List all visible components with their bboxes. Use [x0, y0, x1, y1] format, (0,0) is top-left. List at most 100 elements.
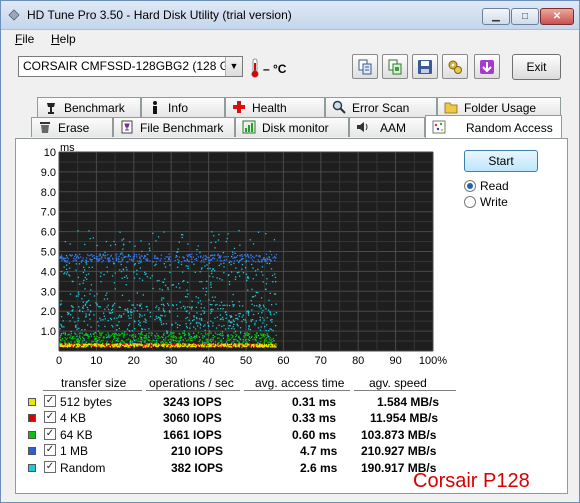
series-point: [250, 319, 252, 321]
copy-info-button[interactable]: [352, 54, 378, 79]
series-point: [208, 299, 210, 301]
series-point: [101, 345, 103, 347]
series-point: [82, 257, 84, 259]
menu-help[interactable]: Help: [51, 32, 76, 46]
tab-file-benchmark[interactable]: File Benchmark: [113, 117, 235, 137]
series-point: [172, 345, 174, 347]
series-point: [244, 260, 246, 263]
drive-select[interactable]: CORSAIR CMFSSD-128GBG2 (128 GB) ▼: [18, 56, 243, 77]
series-point: [67, 313, 69, 316]
series-point: [152, 344, 154, 346]
tab-error-scan[interactable]: Error Scan: [325, 97, 437, 117]
series-point: [228, 339, 230, 341]
series-point: [164, 284, 167, 286]
title-bar[interactable]: HD Tune Pro 3.50 - Hard Disk Utility (tr…: [1, 1, 579, 30]
series-point: [104, 251, 106, 254]
series-point: [139, 335, 141, 337]
series-point: [76, 335, 78, 337]
download-button[interactable]: [474, 54, 500, 79]
series-point: [167, 287, 169, 289]
series-point: [85, 260, 87, 262]
series-point: [188, 344, 190, 347]
series-point: [118, 333, 120, 335]
series-point: [141, 333, 143, 336]
series-point: [178, 337, 180, 339]
series-checkbox[interactable]: ✓: [44, 395, 56, 407]
series-point: [117, 324, 119, 327]
read-radio-label[interactable]: Read: [480, 179, 509, 193]
series-point: [210, 320, 212, 322]
table-row: ✓ 512 bytes 3243 IOPS 0.31 ms 1.584 MB/s: [1, 395, 580, 411]
save-button[interactable]: [412, 54, 438, 79]
series-point: [79, 309, 81, 311]
access-time-chart: 10 9.0 8.0 7.0 6.0 5.0 4.0 3.0 2.0 1.0 ms 0 10 20 30 40…: [41, 142, 448, 367]
series-point: [92, 340, 95, 343]
tab-info[interactable]: Info: [141, 97, 225, 117]
tab-aam[interactable]: AAM: [349, 117, 425, 137]
series-point: [156, 305, 158, 307]
series-point: [93, 295, 96, 297]
series-point: [255, 291, 257, 294]
read-radio[interactable]: [464, 180, 476, 192]
series-point: [223, 259, 225, 262]
series-point: [138, 323, 140, 326]
write-radio-label[interactable]: Write: [480, 195, 508, 209]
series-point: [125, 266, 127, 269]
tab-disk-monitor[interactable]: Disk monitor: [235, 117, 349, 137]
series-point: [207, 267, 209, 270]
series-point: [259, 346, 261, 348]
series-point: [182, 343, 184, 345]
tab-health[interactable]: Health: [225, 97, 325, 117]
row-speed: 210.927 MB/s: [361, 444, 437, 458]
series-checkbox[interactable]: ✓: [44, 428, 56, 440]
series-point: [200, 307, 202, 309]
series-point: [181, 236, 183, 239]
series-point: [91, 266, 93, 268]
series-point: [91, 340, 93, 342]
series-point: [130, 317, 132, 319]
series-point: [246, 343, 248, 345]
series-point: [171, 339, 173, 341]
series-point: [210, 332, 212, 334]
copy-screen-button[interactable]: [382, 54, 408, 79]
series-color-swatch: [28, 431, 36, 439]
series-point: [217, 308, 219, 310]
tab-benchmark[interactable]: Benchmark: [37, 97, 141, 117]
menu-file[interactable]: File: [15, 32, 34, 46]
series-point: [179, 324, 181, 326]
series-point: [218, 337, 220, 339]
series-point: [78, 257, 80, 259]
options-button[interactable]: [442, 54, 468, 79]
close-button[interactable]: ✕: [540, 8, 574, 25]
series-point: [270, 254, 273, 256]
series-point: [136, 260, 139, 262]
series-point: [254, 270, 257, 272]
minimize-button[interactable]: ▁: [482, 8, 510, 25]
start-button[interactable]: Start: [464, 150, 538, 172]
tab-erase[interactable]: Erase: [31, 117, 113, 137]
maximize-button[interactable]: □: [511, 8, 539, 25]
series-point: [238, 337, 241, 339]
series-checkbox[interactable]: ✓: [44, 444, 56, 456]
series-point: [133, 271, 135, 273]
series-point: [137, 344, 139, 346]
chevron-down-icon[interactable]: ▼: [225, 57, 242, 76]
series-point: [147, 309, 149, 311]
y-tick-label: 9.0: [41, 167, 56, 179]
exit-button[interactable]: Exit: [512, 54, 561, 80]
series-point: [195, 345, 197, 348]
series-point: [203, 307, 205, 309]
series-point: [94, 337, 96, 340]
series-point: [275, 257, 277, 259]
series-point: [129, 342, 131, 344]
series-point: [155, 335, 157, 337]
series-point: [90, 310, 92, 312]
series-checkbox[interactable]: ✓: [44, 461, 56, 473]
series-checkbox[interactable]: ✓: [44, 411, 56, 423]
write-radio[interactable]: [464, 196, 476, 208]
tab-folder-usage[interactable]: Folder Usage: [437, 97, 561, 117]
series-point: [227, 344, 229, 346]
series-point: [194, 328, 197, 330]
tab-random-access[interactable]: Random Access: [425, 115, 562, 138]
x-tick-label: 60: [277, 355, 289, 367]
